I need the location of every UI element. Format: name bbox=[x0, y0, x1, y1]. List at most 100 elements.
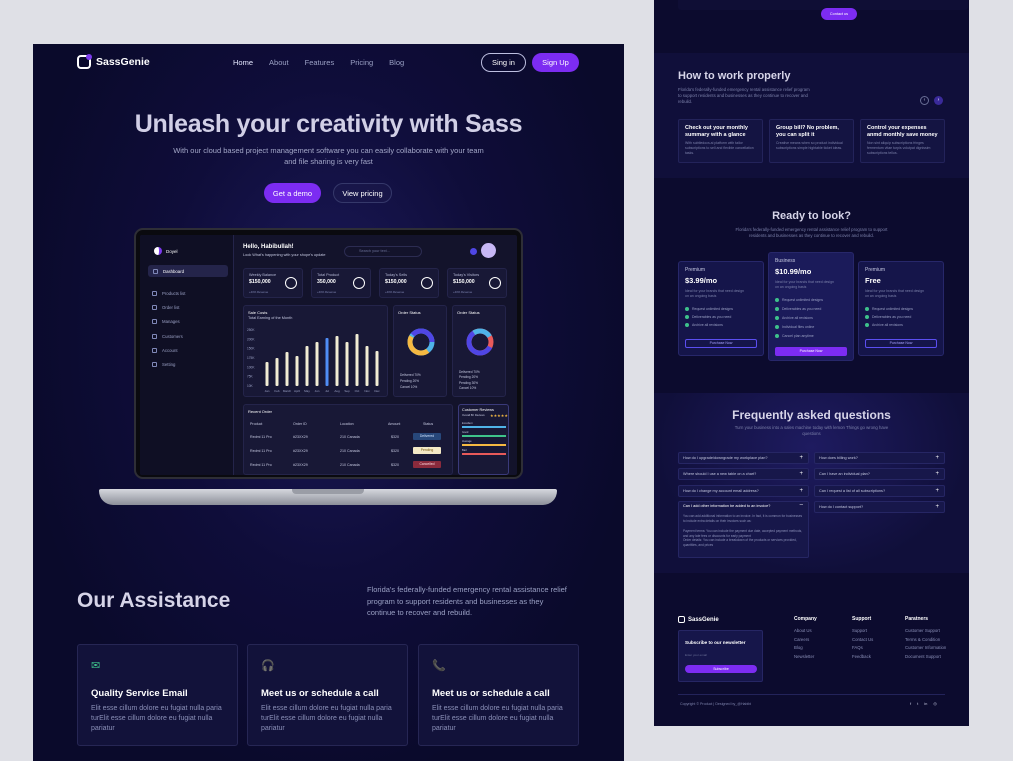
footer-link[interactable]: Customer Support bbox=[905, 628, 946, 633]
contact-us-button[interactable]: Contact us bbox=[821, 8, 857, 20]
footer-link[interactable]: Newsletter bbox=[794, 654, 817, 659]
footer-link[interactable]: Support bbox=[852, 628, 873, 633]
footer-heading: Paratners bbox=[905, 616, 929, 622]
chart-bar[interactable] bbox=[375, 351, 379, 386]
chart-bar[interactable] bbox=[275, 358, 279, 386]
chart-bar[interactable] bbox=[355, 334, 359, 386]
newsletter-email-input[interactable]: Enter your email bbox=[685, 653, 757, 660]
chart-bar[interactable] bbox=[265, 362, 269, 386]
chart-subtitle: Total Earning of the Month bbox=[248, 316, 293, 320]
cell: $320 bbox=[391, 463, 399, 467]
check-icon bbox=[775, 307, 779, 311]
chart-bar[interactable] bbox=[295, 356, 299, 386]
y-tick-label: 250K bbox=[247, 328, 255, 332]
footer-link[interactable]: Document Support bbox=[905, 654, 946, 659]
chart-bar[interactable] bbox=[365, 346, 369, 386]
avatar[interactable] bbox=[481, 243, 496, 258]
reviews-title: Customer Reviews bbox=[462, 408, 494, 412]
top-nav: SassGenie Home About Features Pricing Bl… bbox=[33, 44, 624, 84]
footer-link[interactable]: Feedback bbox=[852, 654, 873, 659]
faq-item[interactable]: How do I contact support? bbox=[814, 501, 945, 513]
sidebar-item-orders[interactable]: Order list bbox=[152, 305, 179, 310]
service-card[interactable]: 📞 Meet us or schedule a call Elit esse c… bbox=[418, 644, 579, 746]
check-icon bbox=[775, 334, 779, 338]
chart-bar[interactable] bbox=[305, 346, 309, 386]
check-icon bbox=[685, 307, 689, 311]
facebook-icon[interactable]: f bbox=[910, 701, 911, 706]
nav-home[interactable]: Home bbox=[233, 58, 253, 67]
cell: $320 bbox=[391, 449, 399, 453]
nav-features[interactable]: Features bbox=[305, 58, 335, 67]
footer-logo[interactable]: SassGenie bbox=[678, 616, 719, 623]
chart-bar[interactable] bbox=[335, 336, 339, 386]
sidebar-item-setting[interactable]: Setting bbox=[152, 362, 175, 367]
logo[interactable]: SassGenie bbox=[77, 54, 150, 69]
purchase-button[interactable]: Purchase Now bbox=[775, 347, 847, 356]
x-tick-label: May bbox=[304, 389, 310, 393]
review-label: Good bbox=[462, 431, 469, 434]
faq-item[interactable]: Where should I use a new table on a char… bbox=[678, 468, 809, 480]
sign-in-button[interactable]: Sing in bbox=[481, 53, 526, 72]
plan-price: $3.99/mo bbox=[685, 276, 718, 285]
sales-chart-panel: Sale Costs Total Earning of the Month 25… bbox=[243, 305, 388, 397]
chart-bar[interactable] bbox=[345, 342, 349, 386]
sidebar-item-customers[interactable]: Customers bbox=[152, 334, 183, 339]
footer-link[interactable]: Blog bbox=[794, 645, 817, 650]
col-product: Product bbox=[250, 422, 263, 426]
twitter-icon[interactable]: t bbox=[917, 701, 918, 706]
get-demo-button[interactable]: Get a demo bbox=[264, 183, 321, 203]
footer-link[interactable]: Contact Us bbox=[852, 637, 873, 642]
cell: Redmi 11 Pro bbox=[250, 463, 272, 467]
nav-about[interactable]: About bbox=[269, 58, 289, 67]
legend-item: Cancel 10% bbox=[459, 385, 477, 390]
sidebar-item-account[interactable]: Account bbox=[152, 348, 178, 353]
footer-company: Company About Us Careers Blog Newsletter bbox=[794, 616, 817, 662]
faq-item[interactable]: Can I request a list of all subscription… bbox=[814, 485, 945, 497]
pricing-title: Ready to look? bbox=[772, 210, 851, 222]
service-card[interactable]: 🎧 Meet us or schedule a call Elit esse c… bbox=[247, 644, 408, 746]
sidebar-item-manages[interactable]: Manages bbox=[152, 319, 180, 324]
cell: 210 Canada bbox=[340, 463, 360, 467]
view-pricing-button[interactable]: View pricing bbox=[333, 183, 392, 203]
purchase-button[interactable]: Purchase Now bbox=[685, 339, 757, 348]
gear-icon bbox=[152, 362, 157, 367]
next-arrow-icon[interactable]: › bbox=[934, 96, 943, 105]
instagram-icon[interactable]: ◎ bbox=[933, 701, 937, 706]
card-desc: Elit esse cillum dolore eu fugiat nulla … bbox=[432, 705, 563, 732]
faq-item[interactable]: Can I have an individual plan? bbox=[814, 468, 945, 480]
nav-blog[interactable]: Blog bbox=[389, 58, 404, 67]
faq-item[interactable]: How do I change my account email address… bbox=[678, 485, 809, 497]
purchase-button[interactable]: Purchase Now bbox=[865, 339, 937, 348]
newsletter-title: Subscribe to our newsletter bbox=[685, 640, 746, 645]
linkedin-icon[interactable]: in bbox=[924, 701, 927, 706]
service-card[interactable]: ✉ Quality Service Email Elit esse cillum… bbox=[77, 644, 238, 746]
newsletter-box: Subscribe to our newsletter Enter your e… bbox=[678, 630, 763, 682]
sidebar-item-products[interactable]: Products list bbox=[152, 291, 185, 296]
subscribe-button[interactable]: Subscribe bbox=[685, 665, 757, 673]
faq-item-expanded[interactable]: Can I add other information be added to … bbox=[678, 501, 809, 558]
prev-arrow-icon[interactable]: ‹ bbox=[920, 96, 929, 105]
laptop-notch bbox=[292, 489, 364, 494]
footer-link[interactable]: Terms & Condition bbox=[905, 637, 946, 642]
card-desc: Elit esse cillum dolore eu fugiat nulla … bbox=[91, 705, 222, 732]
nav-pricing[interactable]: Pricing bbox=[350, 58, 373, 67]
footer-link[interactable]: About Us bbox=[794, 628, 817, 633]
nav-links: Home About Features Pricing Blog bbox=[233, 58, 404, 67]
sign-up-button[interactable]: Sign Up bbox=[532, 53, 579, 72]
faq-item[interactable]: How do I upgrade/downgrade my workplace … bbox=[678, 452, 809, 464]
footer-divider bbox=[678, 694, 945, 695]
chart-bar[interactable] bbox=[315, 342, 319, 386]
footer-link[interactable]: Customer Information bbox=[905, 645, 946, 650]
chart-bar[interactable] bbox=[285, 352, 289, 386]
footer-link[interactable]: FAQs bbox=[852, 645, 873, 650]
logo-icon bbox=[77, 54, 92, 69]
how-text: Florida's federally-funded emergency ren… bbox=[678, 87, 810, 105]
minus-icon[interactable]: – bbox=[800, 502, 803, 508]
footer-link[interactable]: Careers bbox=[794, 637, 817, 642]
chart-bar[interactable] bbox=[325, 338, 329, 386]
notification-icon[interactable] bbox=[470, 248, 477, 255]
faq-question: Can I add other information be added to … bbox=[683, 504, 771, 508]
sidebar-item-dashboard[interactable]: Dashboard bbox=[148, 265, 228, 277]
faq-item[interactable]: How does billing work? bbox=[814, 452, 945, 464]
dashboard-search-input[interactable]: Search your text... bbox=[344, 246, 422, 257]
